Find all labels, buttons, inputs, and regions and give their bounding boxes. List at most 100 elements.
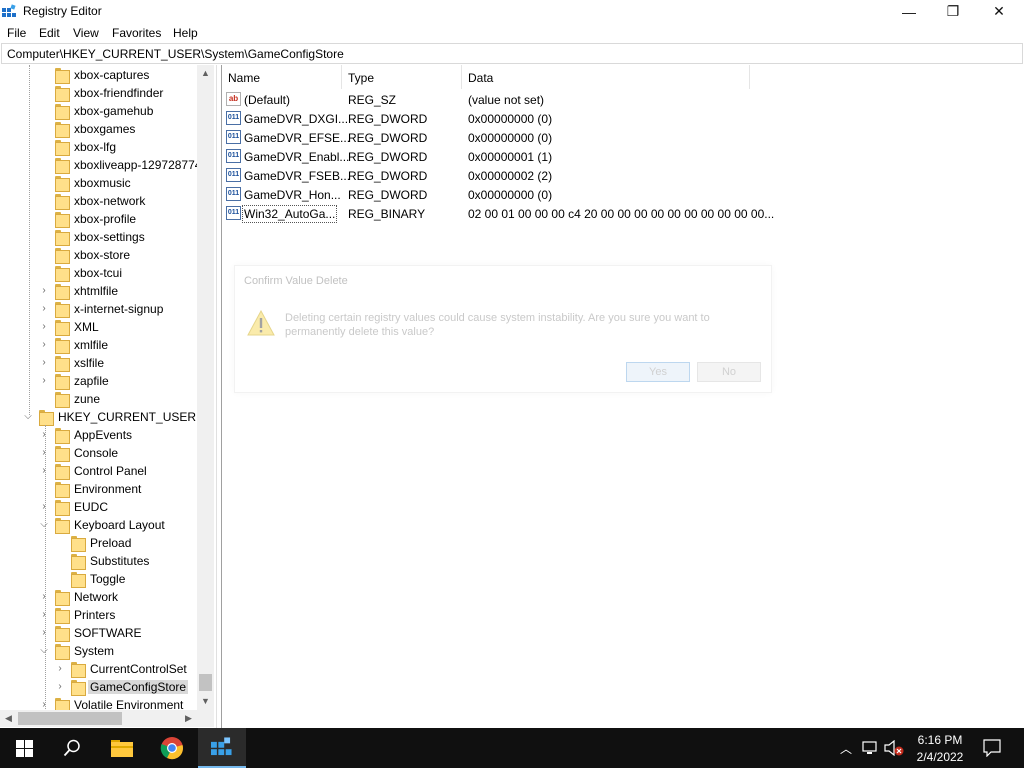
tree-item[interactable]: xbox-profile [0, 210, 200, 228]
chevron-right-icon[interactable]: › [38, 608, 50, 622]
value-row[interactable]: 011 GameDVR_Enabl... REG_DWORD 0x00000001 (… [222, 147, 782, 166]
action-center-icon[interactable] [983, 739, 1001, 757]
column-header-type[interactable]: Type [342, 65, 462, 89]
title-bar[interactable]: Registry Editor — ❐ ✕ [0, 0, 1024, 23]
chevron-right-icon[interactable]: › [38, 374, 50, 388]
tree-item[interactable]: Toggle [0, 570, 200, 588]
menu-edit[interactable]: Edit [39, 26, 60, 40]
scroll-down-arrow-icon[interactable]: ▼ [197, 693, 214, 710]
minimize-button[interactable]: — [886, 0, 932, 23]
menu-file[interactable]: File [7, 26, 26, 40]
chevron-right-icon[interactable]: › [38, 446, 50, 460]
tree-item[interactable]: xbox-gamehub [0, 102, 200, 120]
yes-button[interactable]: Yes [626, 362, 690, 382]
tree-item[interactable]: xboxmusic [0, 174, 200, 192]
no-button[interactable]: No [697, 362, 761, 382]
tree-horizontal-scrollbar[interactable]: ◀ ▶ [0, 710, 214, 727]
chevron-right-icon[interactable]: › [38, 590, 50, 604]
tree-horizontal-scroll-thumb[interactable] [18, 712, 122, 725]
show-hidden-icons-chevron[interactable]: ︿ [840, 740, 852, 757]
key-tree[interactable]: xbox-captures xbox-friendfinder xbox-gameh… [0, 65, 216, 728]
tree-item[interactable]: Preload [0, 534, 200, 552]
tree-item[interactable]: › x-internet-signup [0, 300, 200, 318]
chevron-down-icon[interactable]: ⌵ [38, 644, 50, 658]
tree-item[interactable]: › Console [0, 444, 200, 462]
registry-editor-taskbar-button[interactable] [198, 728, 246, 768]
chevron-right-icon[interactable]: › [38, 338, 50, 352]
tree-item[interactable]: xbox-lfg [0, 138, 200, 156]
tree-item[interactable]: xbox-store [0, 246, 200, 264]
registry-editor-icon [2, 4, 16, 17]
tree-item[interactable]: Environment [0, 480, 200, 498]
chevron-right-icon[interactable]: › [38, 626, 50, 640]
tree-item[interactable]: xbox-settings [0, 228, 200, 246]
tree-item[interactable]: xbox-tcui [0, 264, 200, 282]
confirm-delete-dialog[interactable]: Confirm Value Delete Deleting certain re… [234, 265, 772, 393]
tree-item[interactable]: xbox-captures [0, 66, 200, 84]
chevron-down-icon[interactable]: ⌵ [38, 518, 50, 532]
maximize-button[interactable]: ❐ [930, 0, 976, 23]
chevron-right-icon[interactable]: › [54, 680, 66, 694]
value-row[interactable]: 011 GameDVR_FSEB... REG_DWORD 0x00000002 (2… [222, 166, 782, 185]
clock-time[interactable]: 6:16 PM [916, 733, 964, 747]
tree-item-label: xbox-network [74, 194, 146, 208]
tree-vertical-scrollbar[interactable]: ▲ ▼ [197, 65, 214, 710]
menu-view[interactable]: View [73, 26, 99, 40]
column-header-data[interactable]: Data [462, 65, 750, 89]
tree-item[interactable]: › XML [0, 318, 200, 336]
tree-item[interactable]: xbox-friendfinder [0, 84, 200, 102]
tree-item[interactable]: xboxgames [0, 120, 200, 138]
tree-vertical-scroll-thumb[interactable] [199, 674, 212, 691]
chevron-down-icon[interactable]: ⌵ [22, 410, 34, 424]
tree-item[interactable]: ⌵ Keyboard Layout [0, 516, 200, 534]
network-icon[interactable] [862, 741, 880, 755]
tree-item[interactable]: › xslfile [0, 354, 200, 372]
clock-date[interactable]: 2/4/2022 [914, 750, 966, 764]
tree-item[interactable]: › xmlfile [0, 336, 200, 354]
address-path[interactable]: Computer\HKEY_CURRENT_USER\System\GameCo… [7, 47, 344, 61]
value-row[interactable]: 011 GameDVR_DXGI... REG_DWORD 0x00000000 (0… [222, 109, 782, 128]
chevron-right-icon[interactable]: › [38, 356, 50, 370]
tree-item[interactable]: › GameConfigStore [0, 678, 200, 696]
tree-item[interactable]: ⌵ System [0, 642, 200, 660]
chevron-right-icon[interactable]: › [38, 500, 50, 514]
tree-item[interactable]: Substitutes [0, 552, 200, 570]
address-bar[interactable]: Computer\HKEY_CURRENT_USER\System\GameCo… [1, 43, 1023, 64]
values-list[interactable]: Name Type Data ab (Default) REG_SZ (value n… [222, 65, 1024, 728]
chevron-right-icon[interactable]: › [38, 284, 50, 298]
file-explorer-button[interactable] [98, 728, 146, 768]
tree-item[interactable]: › EUDC [0, 498, 200, 516]
tree-item[interactable]: › xhtmlfile [0, 282, 200, 300]
chrome-button[interactable] [148, 728, 196, 768]
tree-item[interactable]: › Control Panel [0, 462, 200, 480]
tree-item[interactable]: › Network [0, 588, 200, 606]
chevron-right-icon[interactable]: › [38, 320, 50, 334]
tree-item[interactable]: zune [0, 390, 200, 408]
scroll-right-arrow-icon[interactable]: ▶ [180, 710, 197, 727]
tree-item[interactable]: › zapfile [0, 372, 200, 390]
tree-item[interactable]: xbox-network [0, 192, 200, 210]
chevron-right-icon[interactable]: › [38, 428, 50, 442]
tree-item[interactable]: › AppEvents [0, 426, 200, 444]
tree-item[interactable]: ⌵ HKEY_CURRENT_USER [0, 408, 200, 426]
tree-item[interactable]: › CurrentControlSet [0, 660, 200, 678]
volume-muted-icon[interactable] [884, 740, 904, 756]
start-button[interactable] [0, 728, 48, 768]
menu-favorites[interactable]: Favorites [112, 26, 161, 40]
chevron-right-icon[interactable]: › [38, 464, 50, 478]
value-row[interactable]: 011 GameDVR_Hon... REG_DWORD 0x00000000 (0) [222, 185, 782, 204]
chevron-right-icon[interactable]: › [38, 302, 50, 316]
value-row[interactable]: 011 GameDVR_EFSE... REG_DWORD 0x00000000 (0… [222, 128, 782, 147]
value-row[interactable]: 011 Win32_AutoGa... REG_BINARY 02 00 01 00 … [222, 204, 782, 223]
menu-help[interactable]: Help [173, 26, 198, 40]
scroll-left-arrow-icon[interactable]: ◀ [0, 710, 17, 727]
value-row[interactable]: ab (Default) REG_SZ (value not set) [222, 90, 782, 109]
column-header-name[interactable]: Name [222, 65, 342, 89]
scroll-up-arrow-icon[interactable]: ▲ [197, 65, 214, 82]
chevron-right-icon[interactable]: › [54, 662, 66, 676]
close-button[interactable]: ✕ [976, 0, 1022, 23]
search-button[interactable] [48, 728, 96, 768]
tree-item[interactable]: xboxliveapp-129728774 [0, 156, 201, 174]
tree-item[interactable]: › Printers [0, 606, 200, 624]
tree-item[interactable]: › SOFTWARE [0, 624, 200, 642]
